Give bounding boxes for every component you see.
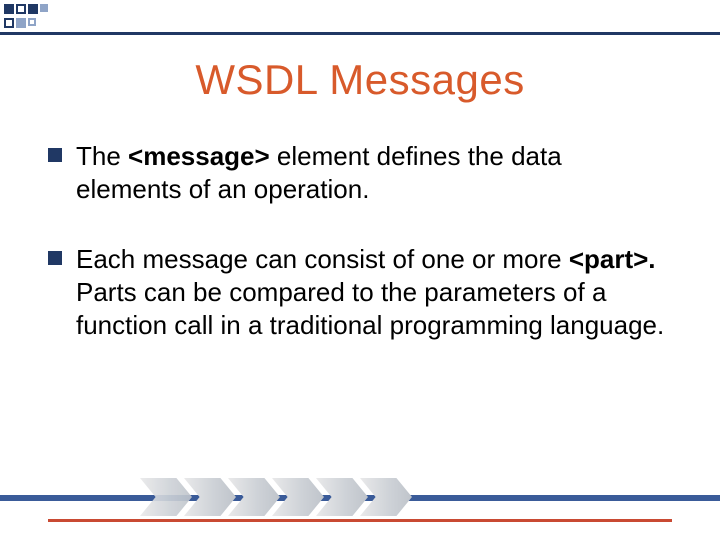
- content-area: The <message> element defines the data e…: [48, 140, 672, 378]
- square-outline-icon: [28, 18, 36, 26]
- bullet-item: The <message> element defines the data e…: [48, 140, 672, 207]
- slide-title: WSDL Messages: [0, 56, 720, 104]
- square-icon: [28, 4, 38, 14]
- bold-text: <message>: [128, 141, 270, 171]
- square-outline-icon: [16, 4, 26, 14]
- bullet-text: Each message can consist of one or more …: [76, 243, 672, 343]
- square-icon: [4, 4, 14, 14]
- square-icon: [16, 18, 26, 28]
- bold-text: <part>.: [569, 244, 656, 274]
- top-divider: [0, 32, 720, 35]
- chevron-icon: [140, 478, 192, 516]
- footer-underline: [48, 519, 672, 522]
- slide: WSDL Messages The <message> element defi…: [0, 0, 720, 540]
- bullet-icon: [48, 251, 62, 265]
- text-segment: Parts can be compared to the parameters …: [76, 277, 664, 340]
- square-outline-icon: [4, 18, 14, 28]
- footer-area: [0, 495, 720, 522]
- text-segment: The: [76, 141, 128, 171]
- bullet-text: The <message> element defines the data e…: [76, 140, 672, 207]
- chevron-graphic: [140, 478, 404, 516]
- bullet-icon: [48, 148, 62, 162]
- text-segment: Each message can consist of one or more: [76, 244, 569, 274]
- square-small-icon: [40, 4, 48, 12]
- bullet-item: Each message can consist of one or more …: [48, 243, 672, 343]
